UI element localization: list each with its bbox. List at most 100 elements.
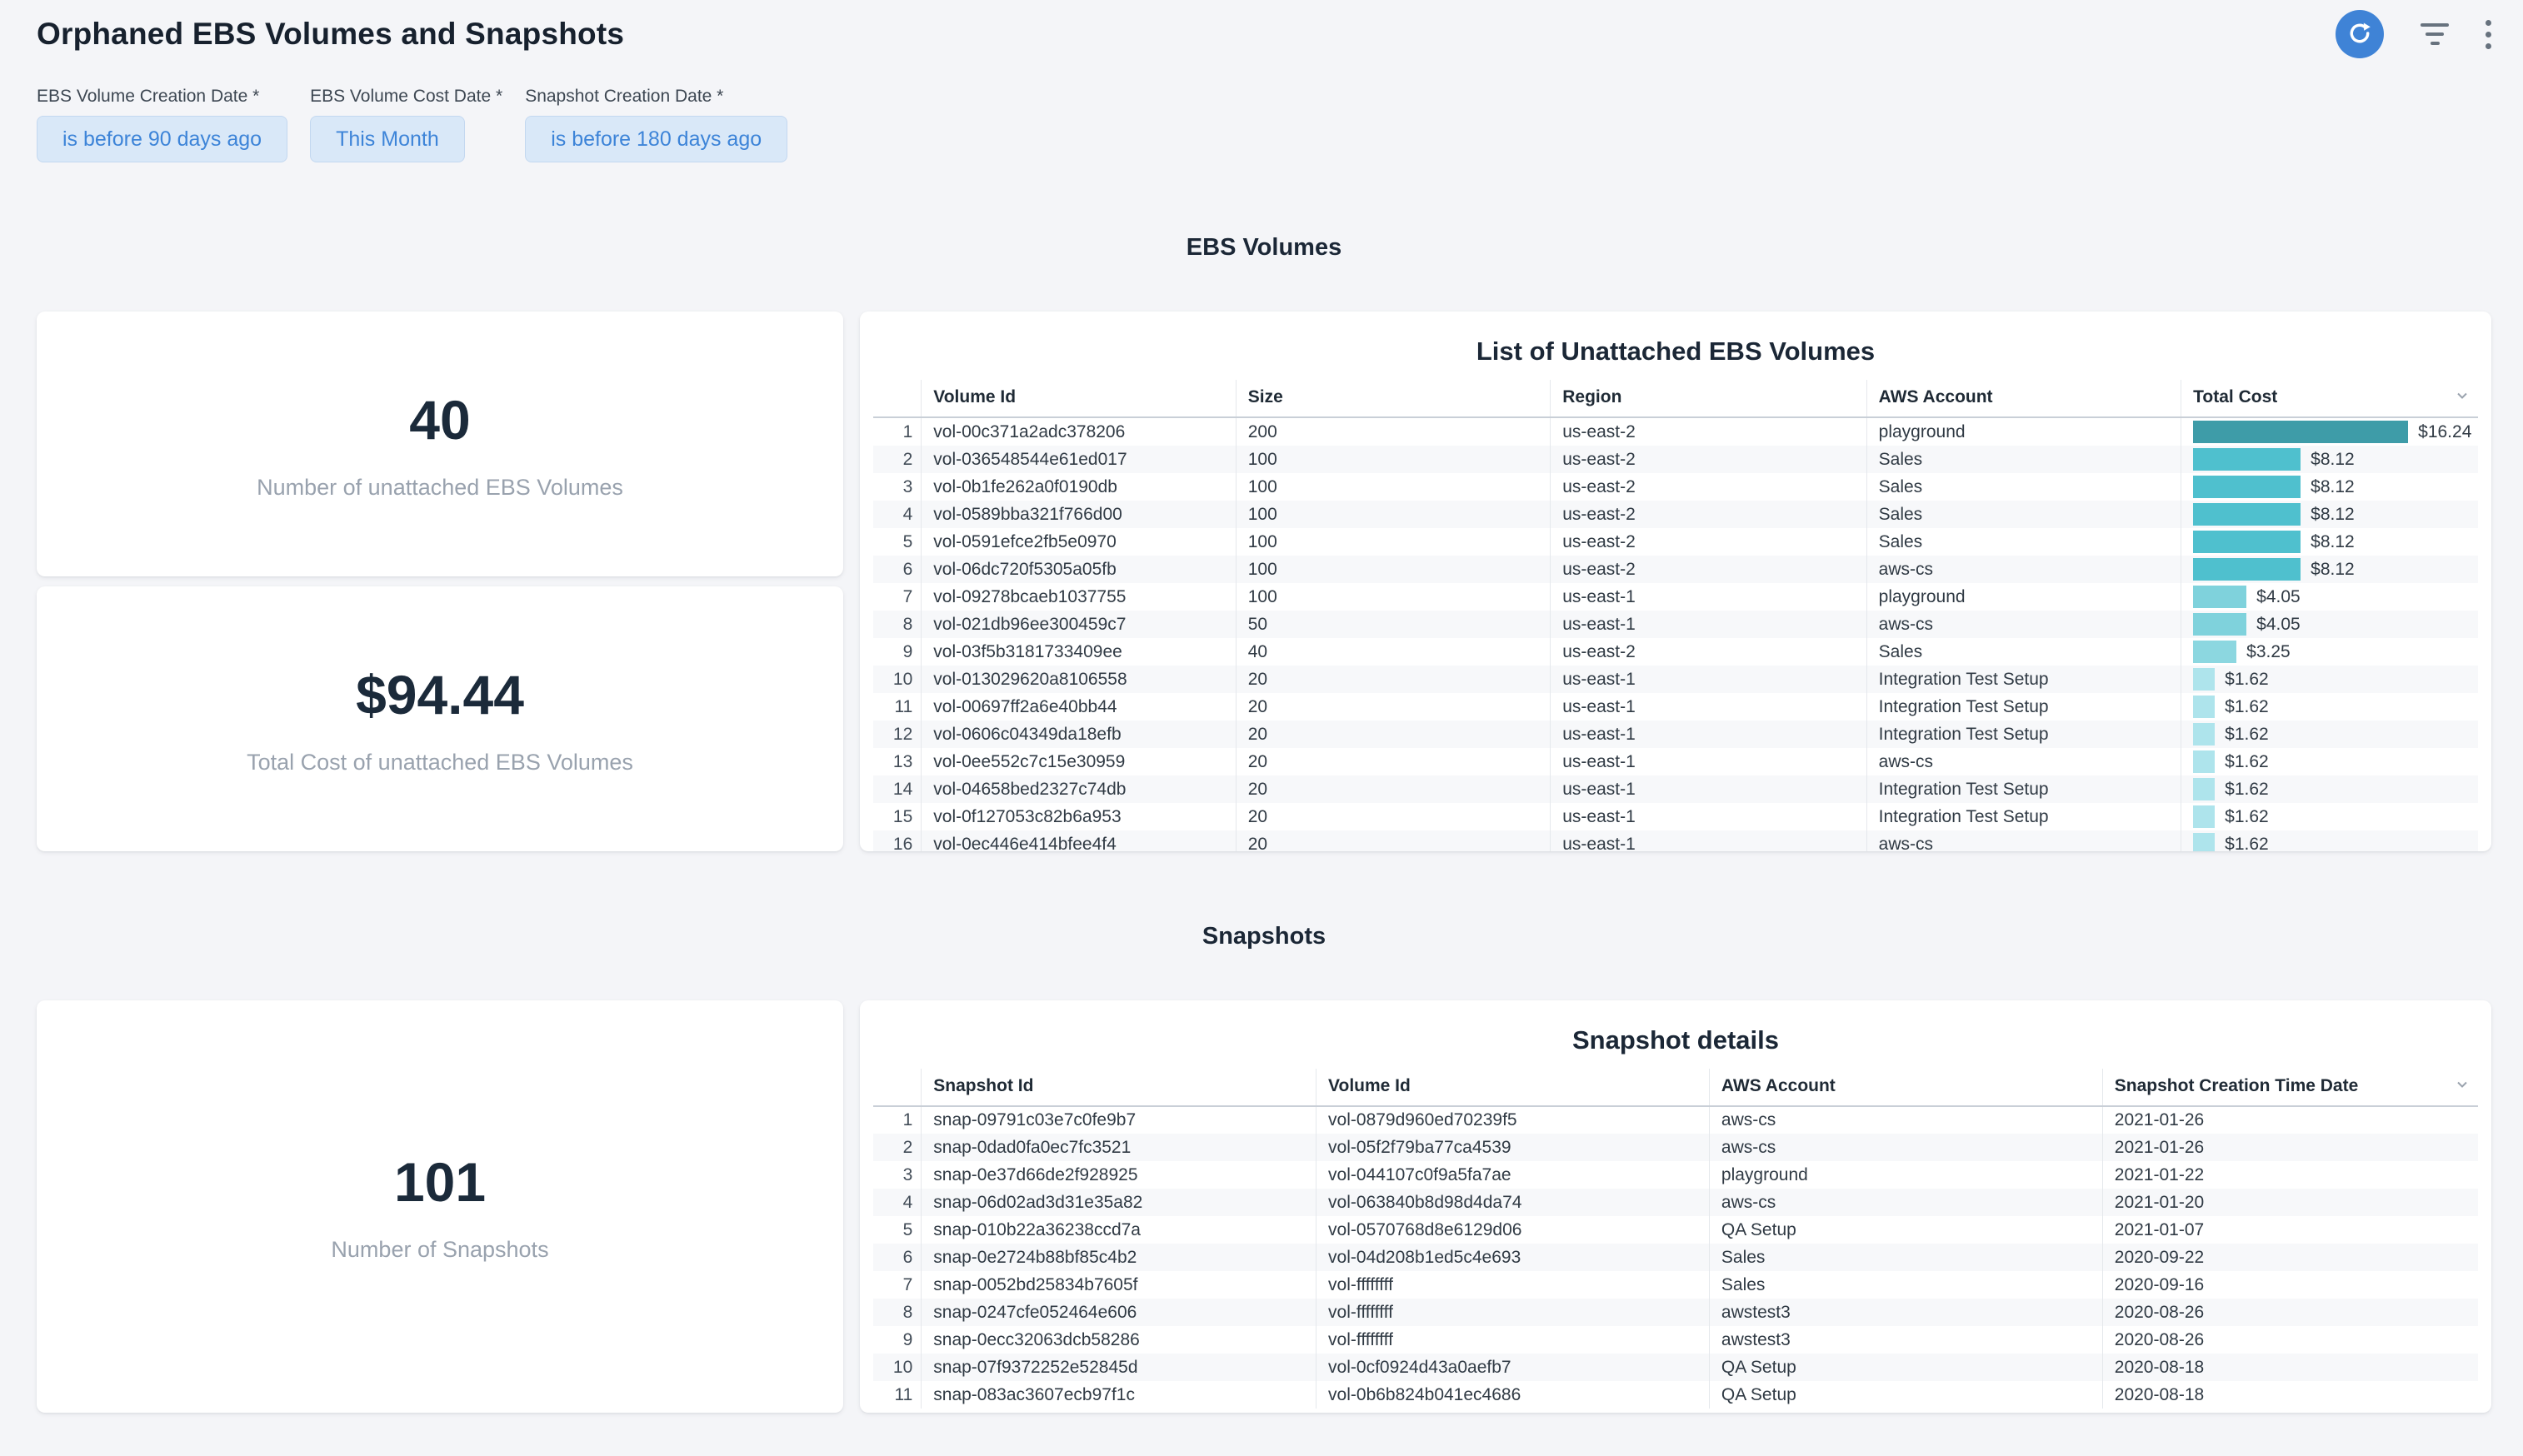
volume-row[interactable]: 15vol-0f127053c82b6a95320us-east-1Integr…: [873, 803, 2478, 830]
size-cell: 20: [1236, 721, 1550, 748]
cost-bar: [2193, 833, 2215, 851]
creation-date-cell: 2020-09-22: [2102, 1244, 2478, 1271]
region-cell: us-east-1: [1551, 803, 1866, 830]
volume-row[interactable]: 5vol-0591efce2fb5e0970100us-east-2Sales$…: [873, 528, 2478, 556]
volume-row[interactable]: 6vol-06dc720f5305a05fb100us-east-2aws-cs…: [873, 556, 2478, 583]
snapshot-count-card: 101 Number of Snapshots: [37, 1000, 843, 1413]
aws-account-cell: aws-cs: [1709, 1134, 2102, 1161]
volume-id-cell: vol-09278bcaeb1037755: [922, 583, 1236, 611]
row-index: 4: [873, 1189, 922, 1216]
stat-value: 101: [394, 1150, 486, 1214]
snapshot-row[interactable]: 9snap-0ecc32063dcb58286vol-ffffffffawste…: [873, 1326, 2478, 1354]
creation-date-cell: 2021-01-20: [2102, 1189, 2478, 1216]
cost-bar: [2193, 613, 2246, 636]
row-index-column-header: [873, 380, 922, 417]
volume-row[interactable]: 8vol-021db96ee300459c750us-east-1aws-cs$…: [873, 611, 2478, 638]
cost-value: $1.62: [2225, 725, 2269, 745]
aws-account-cell: Sales: [1866, 528, 2181, 556]
more-menu-button[interactable]: [2486, 20, 2491, 49]
column-header[interactable]: Size: [1236, 380, 1550, 417]
refresh-button[interactable]: [2336, 10, 2384, 58]
page-title: Orphaned EBS Volumes and Snapshots: [37, 15, 2491, 52]
volume-id-cell: vol-06dc720f5305a05fb: [922, 556, 1236, 583]
filter-value-chip[interactable]: is before 180 days ago: [525, 116, 787, 162]
cost-value: $1.62: [2225, 697, 2269, 717]
cost-value: $1.62: [2225, 835, 2269, 852]
snapshot-row[interactable]: 6snap-0e2724b88bf85c4b2vol-04d208b1ed5c4…: [873, 1244, 2478, 1271]
snapshot-row[interactable]: 1snap-09791c03e7c0fe9b7vol-0879d960ed702…: [873, 1106, 2478, 1134]
filter-value-chip[interactable]: This Month: [310, 116, 465, 162]
cost-value: $4.05: [2256, 587, 2301, 607]
row-index: 3: [873, 1161, 922, 1189]
snapshot-row[interactable]: 4snap-06d02ad3d31e35a82vol-063840b8d98d4…: [873, 1189, 2478, 1216]
volume-row[interactable]: 4vol-0589bba321f766d00100us-east-2Sales$…: [873, 501, 2478, 528]
filter-value-chip[interactable]: is before 90 days ago: [37, 116, 287, 162]
total-cost-cell: $1.62: [2181, 693, 2478, 721]
volume-row[interactable]: 3vol-0b1fe262a0f0190db100us-east-2Sales$…: [873, 473, 2478, 501]
column-header-label: AWS Account: [1721, 1076, 1836, 1095]
aws-account-cell: QA Setup: [1709, 1216, 2102, 1244]
cost-bar: [2193, 641, 2236, 663]
snapshot-row[interactable]: 8snap-0247cfe052464e606vol-ffffffffawste…: [873, 1299, 2478, 1326]
snapshot-row[interactable]: 5snap-010b22a36238ccd7avol-0570768d8e612…: [873, 1216, 2478, 1244]
filter-icon: [2421, 23, 2449, 45]
aws-account-cell: awstest3: [1709, 1326, 2102, 1354]
row-index: 6: [873, 556, 922, 583]
volume-row[interactable]: 7vol-09278bcaeb1037755100us-east-1playgr…: [873, 583, 2478, 611]
snapshot-row[interactable]: 2snap-0dad0fa0ec7fc3521vol-05f2f79ba77ca…: [873, 1134, 2478, 1161]
column-header[interactable]: Total Cost: [2181, 380, 2478, 417]
volume-row[interactable]: 14vol-04658bed2327c74db20us-east-1Integr…: [873, 775, 2478, 803]
snapshot-id-cell: snap-0e37d66de2f928925: [922, 1161, 1316, 1189]
snapshot-row[interactable]: 7snap-0052bd25834b7605fvol-ffffffffSales…: [873, 1271, 2478, 1299]
filter-ebs-volume-creation-date: EBS Volume Creation Date * is before 90 …: [37, 87, 287, 162]
volume-id-cell: vol-0589bba321f766d00: [922, 501, 1236, 528]
region-cell: us-east-1: [1551, 775, 1866, 803]
filter-label: EBS Volume Cost Date *: [310, 87, 502, 107]
snapshot-id-cell: snap-0052bd25834b7605f: [922, 1271, 1316, 1299]
volume-row[interactable]: 10vol-013029620a810655820us-east-1Integr…: [873, 666, 2478, 693]
aws-account-cell: Sales: [1866, 446, 2181, 473]
kebab-menu-icon: [2486, 20, 2491, 49]
cost-value: $8.12: [2311, 477, 2355, 497]
region-cell: us-east-1: [1551, 583, 1866, 611]
creation-date-cell: 2021-01-26: [2102, 1106, 2478, 1134]
volume-row[interactable]: 16vol-0ec446e414bfee4f420us-east-1aws-cs…: [873, 830, 2478, 851]
volume-row[interactable]: 2vol-036548544e61ed017100us-east-2Sales$…: [873, 446, 2478, 473]
aws-account-cell: aws-cs: [1866, 611, 2181, 638]
column-header-label: Snapshot Creation Time Date: [2115, 1076, 2359, 1095]
volume-id-cell: vol-0b6b824b041ec4686: [1316, 1381, 1710, 1409]
region-cell: us-east-2: [1551, 417, 1866, 446]
size-cell: 20: [1236, 775, 1550, 803]
total-cost-cell: $1.62: [2181, 748, 2478, 775]
volume-row[interactable]: 1vol-00c371a2adc378206200us-east-2playgr…: [873, 417, 2478, 446]
column-header[interactable]: Volume Id: [922, 380, 1236, 417]
volume-row[interactable]: 12vol-0606c04349da18efb20us-east-1Integr…: [873, 721, 2478, 748]
size-cell: 100: [1236, 556, 1550, 583]
volume-row[interactable]: 11vol-00697ff2a6e40bb4420us-east-1Integr…: [873, 693, 2478, 721]
column-header[interactable]: Volume Id: [1316, 1069, 1710, 1106]
volume-row[interactable]: 13vol-0ee552c7c15e3095920us-east-1aws-cs…: [873, 748, 2478, 775]
snapshot-row[interactable]: 11snap-083ac3607ecb97f1cvol-0b6b824b041e…: [873, 1381, 2478, 1409]
row-index: 12: [873, 721, 922, 748]
unattached-volumes-count-card: 40 Number of unattached EBS Volumes: [37, 312, 843, 576]
column-header[interactable]: AWS Account: [1866, 380, 2181, 417]
row-index: 7: [873, 583, 922, 611]
snapshots-table: Snapshot IdVolume Id AWS Account Snapshot …: [873, 1069, 2478, 1409]
column-header[interactable]: AWS Account: [1709, 1069, 2102, 1106]
row-index: 16: [873, 830, 922, 851]
column-header[interactable]: Snapshot Creation Time Date: [2102, 1069, 2478, 1106]
size-cell: 20: [1236, 830, 1550, 851]
snapshot-row[interactable]: 3snap-0e37d66de2f928925vol-044107c0f9a5f…: [873, 1161, 2478, 1189]
cost-bar: [2193, 421, 2408, 443]
filter-ebs-volume-cost-date: EBS Volume Cost Date * This Month: [310, 87, 502, 162]
snapshot-row[interactable]: 10snap-07f9372252e52845dvol-0cf0924d43a0…: [873, 1354, 2478, 1381]
volume-row[interactable]: 9vol-03f5b3181733409ee40us-east-2Sales$3…: [873, 638, 2478, 666]
filter-button[interactable]: [2421, 23, 2449, 45]
region-cell: us-east-2: [1551, 638, 1866, 666]
column-header[interactable]: Snapshot Id: [922, 1069, 1316, 1106]
cost-value: $4.05: [2256, 615, 2301, 635]
column-header[interactable]: Region: [1551, 380, 1866, 417]
aws-account-cell: QA Setup: [1709, 1381, 2102, 1409]
row-index: 2: [873, 446, 922, 473]
volume-stats-column: 40 Number of unattached EBS Volumes $94.…: [37, 312, 843, 851]
